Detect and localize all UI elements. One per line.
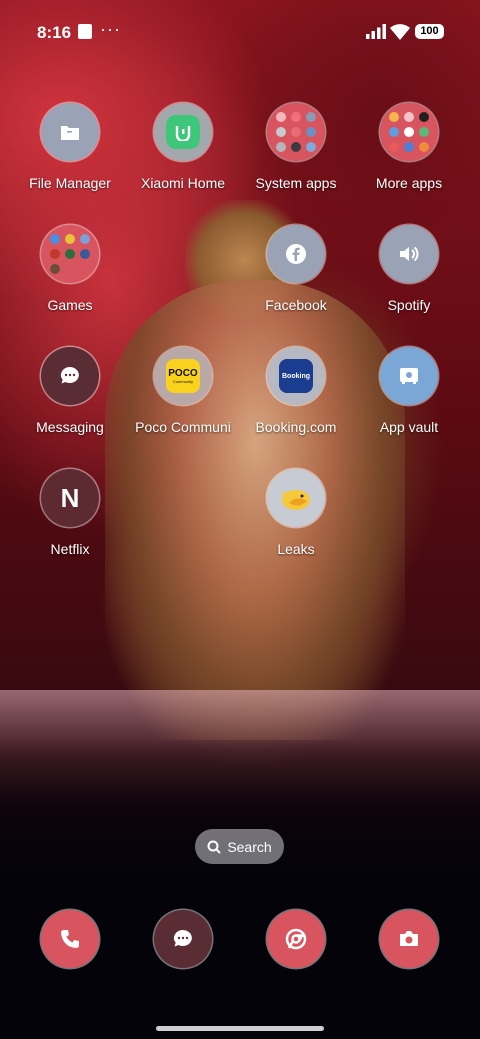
system-apps-folder-icon xyxy=(267,103,325,161)
folder-label: More apps xyxy=(375,175,443,191)
chrome-icon xyxy=(285,928,307,950)
status-bar: 8:16 ··· 100 xyxy=(0,0,480,64)
app-facebook[interactable]: Facebook xyxy=(236,225,356,313)
signal-icon xyxy=(366,24,386,39)
app-poco-community[interactable]: POCO Community Poco Communi xyxy=(123,347,243,435)
folder-label: System apps xyxy=(255,175,337,191)
folder-more-apps[interactable]: More apps xyxy=(349,103,469,191)
games-folder-icon xyxy=(41,225,99,283)
speaker-icon xyxy=(380,225,438,283)
app-label: Netflix xyxy=(50,541,90,557)
search-icon xyxy=(207,840,222,854)
app-spotify[interactable]: Spotify xyxy=(349,225,469,313)
notification-square-icon xyxy=(78,24,92,39)
app-label: Leaks xyxy=(277,541,315,557)
more-notifications-icon: ··· xyxy=(100,19,121,39)
chat-bubble-icon xyxy=(173,930,192,947)
search-button[interactable]: Search xyxy=(195,829,284,864)
app-label: Poco Communi xyxy=(135,419,231,435)
folder-system-apps[interactable]: System apps xyxy=(236,103,356,191)
app-leaks[interactable]: Leaks xyxy=(236,469,356,557)
status-time: 8:16 xyxy=(37,23,72,42)
wifi-icon xyxy=(390,24,410,40)
poco-icon-subtext: Community xyxy=(172,379,194,384)
wallpaper-shadow xyxy=(0,739,480,1039)
home-indicator[interactable] xyxy=(156,1026,324,1031)
dock-messaging[interactable] xyxy=(154,910,212,968)
booking-icon: Booking xyxy=(267,347,325,405)
chat-bubble-icon xyxy=(41,347,99,405)
folder-icon xyxy=(41,103,99,161)
dock-phone[interactable] xyxy=(41,910,99,968)
app-label: Xiaomi Home xyxy=(140,175,226,191)
netflix-icon-text: N xyxy=(60,482,80,513)
app-file-manager[interactable]: File Manager xyxy=(10,103,130,191)
app-label: Facebook xyxy=(265,297,327,313)
poco-icon-text: POCO xyxy=(168,368,198,379)
search-label: Search xyxy=(227,838,272,855)
app-label: Booking.com xyxy=(255,419,337,435)
app-label: Spotify xyxy=(387,297,431,313)
battery-icon: 100 xyxy=(415,24,444,39)
camera-icon xyxy=(400,931,418,946)
app-label: File Manager xyxy=(29,175,111,191)
app-label: App vault xyxy=(379,419,439,435)
phone-icon xyxy=(61,930,79,948)
dock-chrome[interactable] xyxy=(267,910,325,968)
facebook-icon xyxy=(267,225,325,283)
app-messaging[interactable]: Messaging xyxy=(10,347,130,435)
more-apps-folder-icon xyxy=(380,103,438,161)
app-app-vault[interactable]: App vault xyxy=(349,347,469,435)
app-booking[interactable]: Booking Booking.com xyxy=(236,347,356,435)
app-xiaomi-home[interactable]: Xiaomi Home xyxy=(123,103,243,191)
folder-games[interactable]: Games xyxy=(10,225,130,313)
netflix-icon: N xyxy=(41,469,99,527)
dock-camera[interactable] xyxy=(380,910,438,968)
booking-icon-text: Booking xyxy=(282,372,310,380)
app-netflix[interactable]: N Netflix xyxy=(10,469,130,557)
bird-icon xyxy=(267,469,325,527)
xiaomi-home-icon xyxy=(154,103,212,161)
poco-community-icon: POCO Community xyxy=(154,347,212,405)
app-label: Messaging xyxy=(36,419,104,435)
folder-label: Games xyxy=(47,297,93,313)
safe-icon xyxy=(380,347,438,405)
